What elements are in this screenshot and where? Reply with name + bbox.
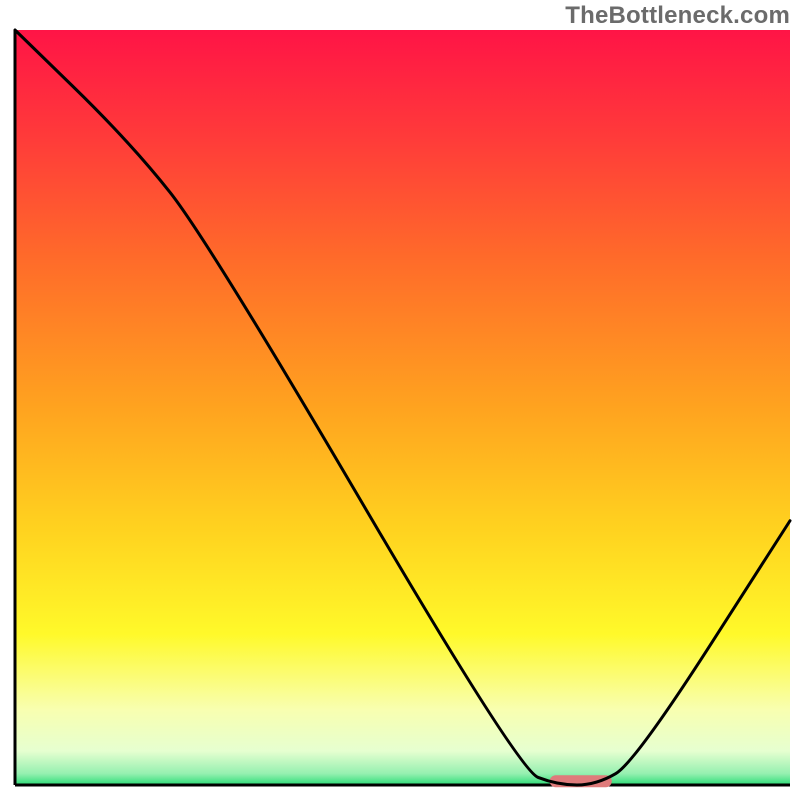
watermark-text: TheBottleneck.com (565, 2, 790, 30)
gradient-background (15, 30, 790, 785)
bottleneck-chart (0, 0, 800, 800)
chart-container: TheBottleneck.com (0, 0, 800, 800)
